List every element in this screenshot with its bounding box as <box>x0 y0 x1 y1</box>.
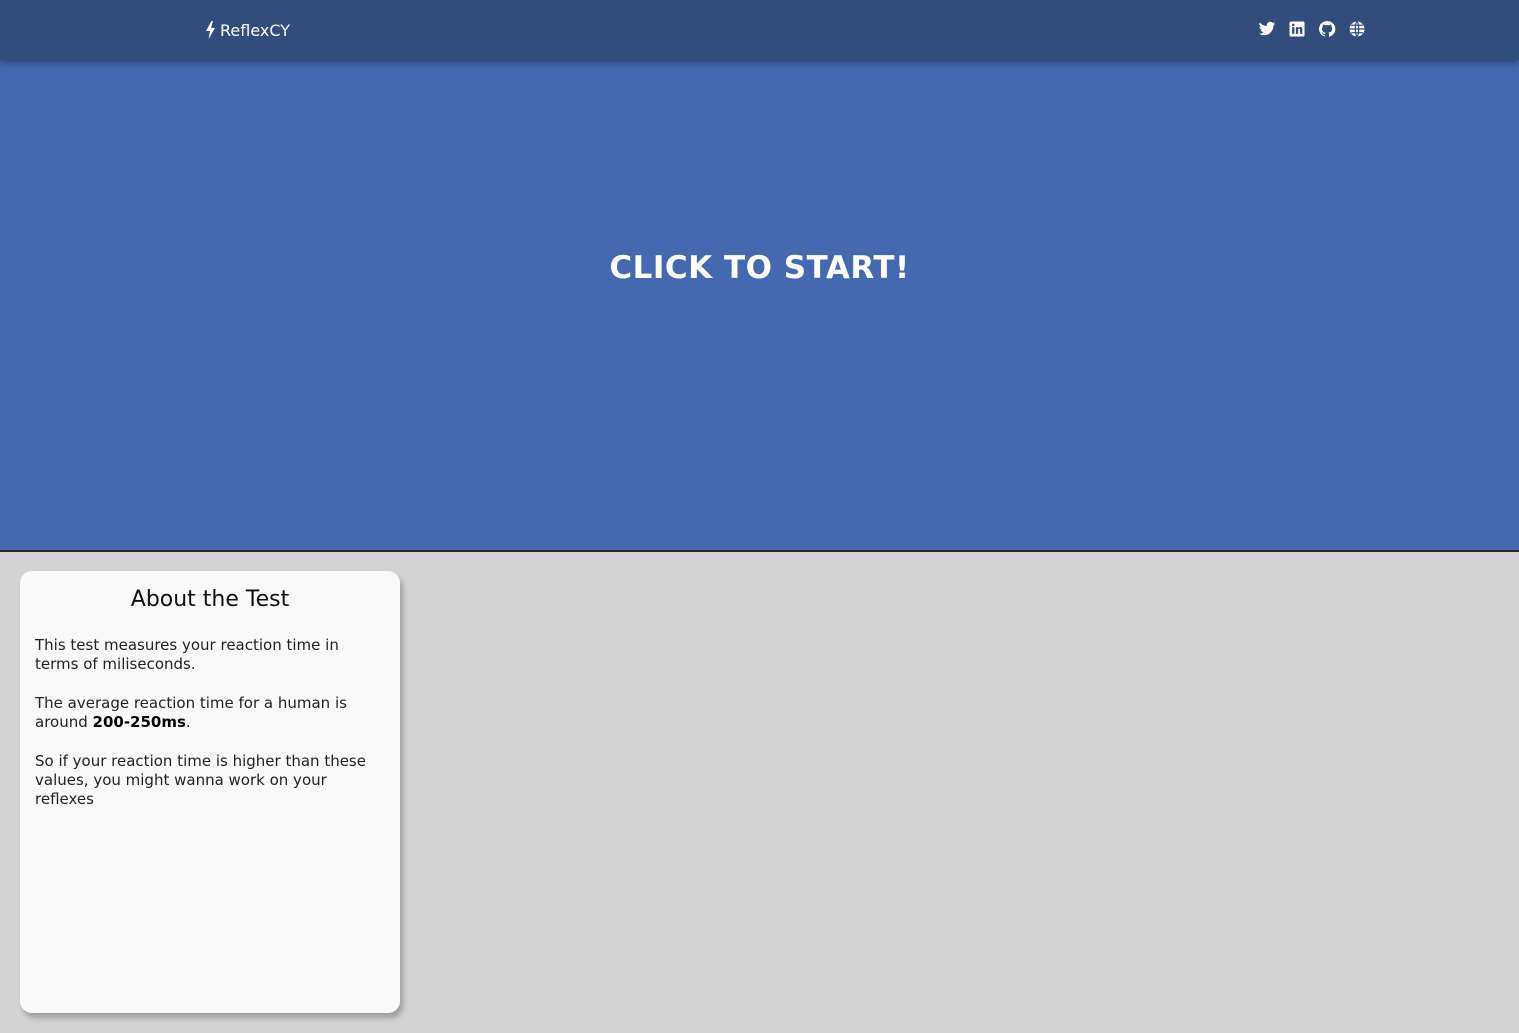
linkedin-link[interactable] <box>1287 19 1306 38</box>
twitter-icon <box>1258 21 1275 35</box>
about-card: About the Test This test measures your r… <box>20 571 400 1013</box>
website-link[interactable] <box>1347 19 1366 38</box>
start-label: CLICK TO START! <box>609 250 910 286</box>
bolt-icon <box>206 21 215 39</box>
social-links <box>1257 19 1366 38</box>
globe-icon <box>1349 20 1364 37</box>
brand-label: ReflexCY <box>220 20 291 40</box>
about-title: About the Test <box>130 587 290 612</box>
linkedin-icon <box>1289 21 1304 36</box>
about-paragraph-2-prefix: The average reaction time for a human is… <box>35 694 347 731</box>
github-link[interactable] <box>1317 19 1336 38</box>
twitter-link[interactable] <box>1257 19 1276 38</box>
about-paragraph-1: This test measures your reaction time in… <box>35 636 339 673</box>
navbar: ReflexCY <box>0 0 1519 60</box>
brand-link[interactable]: ReflexCY <box>205 18 290 42</box>
start-test-area[interactable]: CLICK TO START! <box>0 60 1519 552</box>
about-paragraph-2-suffix: . <box>185 713 191 731</box>
about-paragraph-3: So if your reaction time is higher than … <box>35 752 366 808</box>
about-paragraph-2: The average reaction time for a human is… <box>35 694 385 732</box>
average-reaction-range: 200-250ms <box>92 713 186 731</box>
github-icon <box>1318 20 1335 37</box>
